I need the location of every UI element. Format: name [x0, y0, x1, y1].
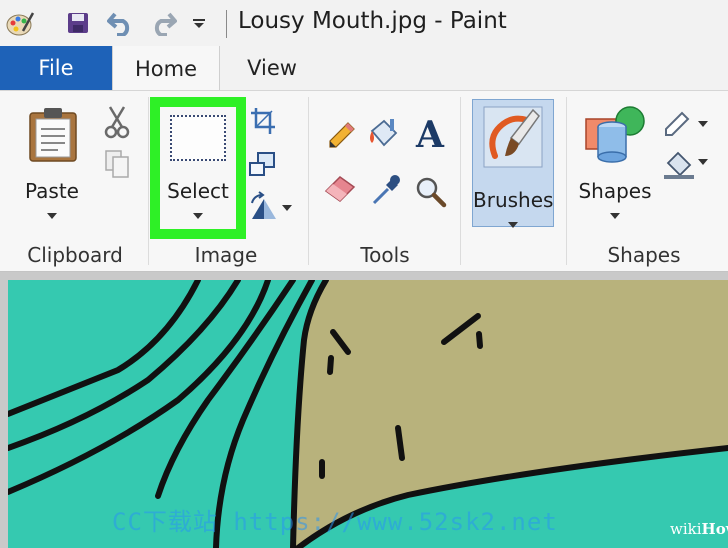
- tools-group-label: Tools: [360, 243, 410, 267]
- copy-icon[interactable]: [104, 149, 130, 183]
- select-highlight: Select: [150, 97, 246, 239]
- brushes-dropdown-caret[interactable]: [508, 222, 518, 228]
- paste-dropdown-caret[interactable]: [47, 213, 57, 219]
- group-separator: [308, 97, 309, 265]
- color-picker-icon[interactable]: [370, 173, 402, 211]
- window-title: Lousy Mouth.jpg - Paint: [238, 8, 507, 34]
- brush-icon: [483, 106, 543, 172]
- paste-label[interactable]: Paste: [20, 179, 84, 203]
- group-separator: [566, 97, 567, 265]
- magnifier-icon[interactable]: [414, 175, 448, 213]
- rotate-icon[interactable]: [248, 191, 280, 225]
- shapes-group-label: Shapes: [607, 243, 681, 267]
- customize-quick-access-icon[interactable]: [188, 8, 210, 38]
- wikihow-watermark: wikiHow: [670, 520, 728, 538]
- clipboard-icon[interactable]: [26, 107, 80, 167]
- eraser-icon[interactable]: [322, 173, 358, 207]
- outline-icon[interactable]: [662, 111, 696, 143]
- redo-icon[interactable]: [146, 8, 180, 38]
- undo-icon[interactable]: [104, 8, 138, 38]
- rotate-dropdown-caret[interactable]: [282, 205, 292, 211]
- ribbon-tab-row: File Home View: [0, 46, 728, 91]
- shape-fill-icon[interactable]: [662, 147, 696, 185]
- fill-bucket-icon[interactable]: [366, 117, 402, 155]
- title-separator: [226, 10, 227, 38]
- wikihow-bold: How: [701, 520, 728, 538]
- ribbon: Paste Clipboard Select Image A Tools Bru…: [0, 90, 728, 272]
- tab-file[interactable]: File: [0, 46, 112, 90]
- group-separator: [148, 97, 149, 265]
- shapes-label[interactable]: Shapes: [576, 179, 654, 203]
- wikihow-light: wiki: [670, 520, 702, 538]
- clipboard-group-label: Clipboard: [27, 243, 123, 267]
- brushes-button[interactable]: Brushes: [472, 99, 554, 228]
- tab-view[interactable]: View: [220, 46, 324, 90]
- select-dropdown-caret[interactable]: [193, 213, 203, 219]
- shapes-dropdown-caret[interactable]: [610, 213, 620, 219]
- pencil-icon[interactable]: [326, 121, 356, 155]
- text-icon[interactable]: A: [414, 114, 448, 156]
- crop-icon[interactable]: [250, 107, 276, 139]
- save-icon[interactable]: [64, 8, 92, 38]
- brushes-label: Brushes: [473, 188, 554, 212]
- shapes-icon[interactable]: [584, 103, 646, 173]
- resize-icon[interactable]: [248, 151, 276, 183]
- select-label: Select: [167, 179, 229, 203]
- site-watermark: CC下载站 https://www.52sk2.net: [112, 508, 558, 536]
- scissors-icon[interactable]: [104, 105, 130, 143]
- title-bar: Lousy Mouth.jpg - Paint: [0, 0, 728, 46]
- image-group-label: Image: [194, 243, 258, 267]
- select-rectangle-icon: [170, 115, 226, 161]
- tab-home[interactable]: Home: [112, 46, 220, 91]
- svg-text:A: A: [415, 115, 445, 151]
- fill-dropdown-caret[interactable]: [698, 159, 708, 165]
- outline-dropdown-caret[interactable]: [698, 121, 708, 127]
- paint-palette-icon[interactable]: [4, 8, 36, 38]
- select-button[interactable]: Select: [160, 107, 236, 229]
- group-separator: [460, 97, 461, 265]
